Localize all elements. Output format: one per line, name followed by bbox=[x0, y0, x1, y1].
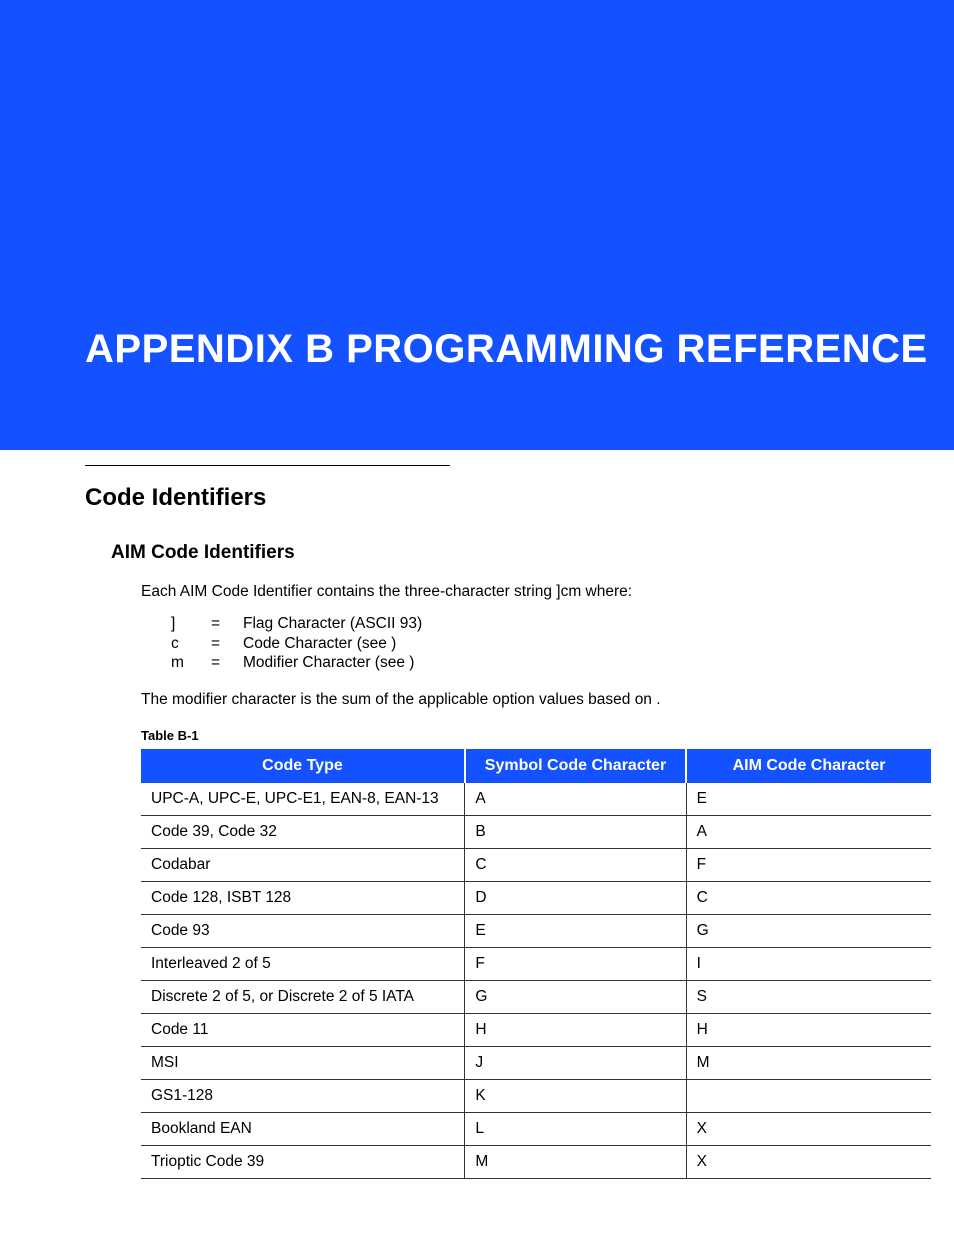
table-cell: A bbox=[465, 783, 686, 816]
table-row: Bookland EANLX bbox=[141, 1113, 931, 1146]
table-header-row: Code Type Symbol Code Character AIM Code… bbox=[141, 749, 931, 783]
table-cell: C bbox=[686, 882, 931, 915]
table-cell: F bbox=[465, 948, 686, 981]
table-row: MSIJM bbox=[141, 1047, 931, 1080]
table-cell: Codabar bbox=[141, 849, 465, 882]
table-cell: Code 128, ISBT 128 bbox=[141, 882, 465, 915]
definition-list: ] = Flag Character (ASCII 93) c = Code C… bbox=[171, 614, 869, 672]
table-cell: F bbox=[686, 849, 931, 882]
table-row: Code 93EG bbox=[141, 915, 931, 948]
table-cell: M bbox=[465, 1146, 686, 1179]
table-cell: Code 11 bbox=[141, 1014, 465, 1047]
table-cell: M bbox=[686, 1047, 931, 1080]
table-cell: I bbox=[686, 948, 931, 981]
code-identifiers-table: Code Type Symbol Code Character AIM Code… bbox=[141, 749, 931, 1179]
table-cell: S bbox=[686, 981, 931, 1014]
def-symbol: c bbox=[171, 634, 211, 653]
def-equals: = bbox=[211, 634, 243, 653]
table-cell: H bbox=[686, 1014, 931, 1047]
table-cell: H bbox=[465, 1014, 686, 1047]
table-cell: K bbox=[465, 1080, 686, 1113]
table-cell: UPC-A, UPC-E, UPC-E1, EAN-8, EAN-13 bbox=[141, 783, 465, 816]
table-row: Code 11HH bbox=[141, 1014, 931, 1047]
header-rule bbox=[85, 465, 450, 466]
appendix-title: APPENDIX B PROGRAMMING REFERENCE bbox=[85, 327, 928, 372]
table-body: UPC-A, UPC-E, UPC-E1, EAN-8, EAN-13AECod… bbox=[141, 783, 931, 1179]
table-cell: Code 93 bbox=[141, 915, 465, 948]
table-cell: G bbox=[465, 981, 686, 1014]
table-cell: D bbox=[465, 882, 686, 915]
table-cell: B bbox=[465, 816, 686, 849]
table-row: Code 39, Code 32BA bbox=[141, 816, 931, 849]
table-cell: C bbox=[465, 849, 686, 882]
definition-row: m = Modifier Character (see ) bbox=[171, 653, 869, 672]
table-cell: Discrete 2 of 5, or Discrete 2 of 5 IATA bbox=[141, 981, 465, 1014]
table-cell: J bbox=[465, 1047, 686, 1080]
def-equals: = bbox=[211, 653, 243, 672]
table-cell: E bbox=[465, 915, 686, 948]
page-header-banner: APPENDIX B PROGRAMMING REFERENCE bbox=[0, 0, 954, 450]
table-cell: GS1-128 bbox=[141, 1080, 465, 1113]
section-heading-code-identifiers: Code Identifiers bbox=[85, 484, 869, 512]
modifier-note: The modifier character is the sum of the… bbox=[141, 690, 869, 710]
def-symbol: ] bbox=[171, 614, 211, 633]
table-header-code-type: Code Type bbox=[141, 749, 465, 783]
definition-row: c = Code Character (see ) bbox=[171, 634, 869, 653]
table-cell: L bbox=[465, 1113, 686, 1146]
table-cell: Code 39, Code 32 bbox=[141, 816, 465, 849]
table-cell: G bbox=[686, 915, 931, 948]
definition-row: ] = Flag Character (ASCII 93) bbox=[171, 614, 869, 633]
table-cell bbox=[686, 1080, 931, 1113]
table-cell: Interleaved 2 of 5 bbox=[141, 948, 465, 981]
table-cell: Bookland EAN bbox=[141, 1113, 465, 1146]
table-cell: X bbox=[686, 1146, 931, 1179]
table-row: CodabarCF bbox=[141, 849, 931, 882]
def-description: Modifier Character (see ) bbox=[243, 653, 414, 672]
table-cell: Trioptic Code 39 bbox=[141, 1146, 465, 1179]
table-row: Discrete 2 of 5, or Discrete 2 of 5 IATA… bbox=[141, 981, 931, 1014]
table-cell: MSI bbox=[141, 1047, 465, 1080]
def-description: Code Character (see ) bbox=[243, 634, 396, 653]
subsection-heading-aim-code-identifiers: AIM Code Identifiers bbox=[111, 542, 869, 564]
table-header-aim-code-character: AIM Code Character bbox=[686, 749, 931, 783]
table-row: Code 128, ISBT 128DC bbox=[141, 882, 931, 915]
table-header-symbol-code-character: Symbol Code Character bbox=[465, 749, 686, 783]
page-content: Code Identifiers AIM Code Identifiers Ea… bbox=[0, 465, 954, 1179]
table-row: Interleaved 2 of 5FI bbox=[141, 948, 931, 981]
def-equals: = bbox=[211, 614, 243, 633]
table-row: GS1-128K bbox=[141, 1080, 931, 1113]
table-row: UPC-A, UPC-E, UPC-E1, EAN-8, EAN-13AE bbox=[141, 783, 931, 816]
table-cell: X bbox=[686, 1113, 931, 1146]
table-cell: E bbox=[686, 783, 931, 816]
table-caption: Table B-1 bbox=[141, 728, 869, 743]
def-description: Flag Character (ASCII 93) bbox=[243, 614, 422, 633]
intro-paragraph: Each AIM Code Identifier contains the th… bbox=[141, 582, 869, 602]
table-row: Trioptic Code 39MX bbox=[141, 1146, 931, 1179]
table-cell: A bbox=[686, 816, 931, 849]
def-symbol: m bbox=[171, 653, 211, 672]
